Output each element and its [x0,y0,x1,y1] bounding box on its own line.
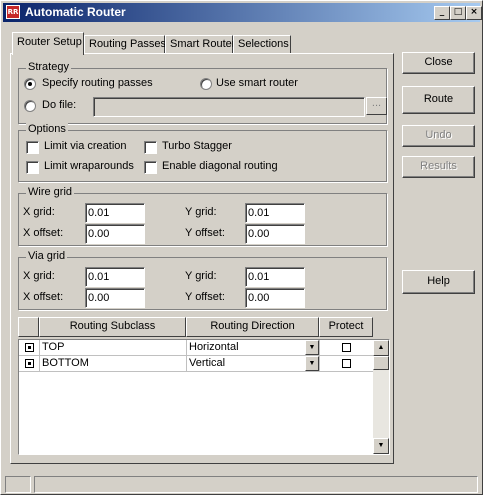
limit-wraparounds-label: Limit wraparounds [44,160,134,172]
tab-router-setup[interactable]: Router Setup [12,32,84,55]
limit-via-label: Limit via creation [44,140,127,152]
table-scrollbar[interactable]: ▲ ▼ [373,340,389,454]
maximize-button[interactable]: □ [450,6,466,20]
via-grid-group: Via grid X grid: Y grid: X offset: Y off… [18,250,387,310]
subclass-cell: TOP [40,340,187,356]
direction-value: Horizontal [189,341,239,353]
wire-grid-group-title: Wire grid [26,186,75,198]
do-file-input[interactable] [93,97,365,117]
via-x-offset-label: X offset: [23,291,64,303]
wire-y-grid-label: Y grid: [185,206,217,218]
wire-x-offset-label: X offset: [23,227,64,239]
protect-header[interactable]: Protect [319,317,373,337]
via-y-grid-label: Y grid: [185,270,217,282]
limit-wraparounds-checkbox[interactable] [26,161,39,174]
via-y-offset-label: Y offset: [185,291,225,303]
row-selector[interactable] [19,356,40,372]
turbo-stagger-label: Turbo Stagger [162,140,232,152]
status-pane [34,476,478,493]
tab-smart-router[interactable]: Smart Router [165,35,235,54]
protect-checkbox[interactable] [342,343,351,352]
via-y-grid-input[interactable] [245,267,305,287]
via-x-grid-input[interactable] [85,267,145,287]
do-file-label: Do file: [42,99,77,111]
via-grid-group-title: Via grid [26,250,68,262]
wire-x-grid-input[interactable] [85,203,145,223]
table-row[interactable]: TOP Horizontal ▼ [19,340,374,356]
routing-subclass-header[interactable]: Routing Subclass [39,317,186,337]
results-button[interactable]: Results [402,156,475,178]
row-selector[interactable] [19,340,40,356]
scroll-up-icon[interactable]: ▲ [373,340,389,356]
app-icon: RR [6,5,20,19]
diagonal-routing-checkbox[interactable] [144,161,157,174]
specify-passes-label: Specify routing passes [42,77,153,89]
via-x-grid-label: X grid: [23,270,55,282]
close-window-button[interactable]: × [466,6,482,20]
tab-selections[interactable]: Selections [233,35,291,54]
routing-direction-header[interactable]: Routing Direction [186,317,319,337]
smart-router-radio[interactable] [200,78,212,90]
via-x-offset-input[interactable] [85,288,145,308]
protect-checkbox[interactable] [342,359,351,368]
protect-cell[interactable] [320,340,374,356]
wire-grid-group: Wire grid X grid: Y grid: X offset: Y of… [18,186,387,246]
window-title: Automatic Router [25,5,126,19]
route-button[interactable]: Route [402,86,475,114]
strategy-group: Strategy Specify routing passes Use smar… [18,61,387,124]
limit-via-checkbox[interactable] [26,141,39,154]
undo-button[interactable]: Undo [402,125,475,147]
chevron-down-icon[interactable]: ▼ [305,356,319,371]
chevron-down-icon[interactable]: ▼ [305,340,319,355]
wire-y-offset-label: Y offset: [185,227,225,239]
strategy-group-title: Strategy [26,61,71,73]
options-group-title: Options [26,123,68,135]
smart-router-label: Use smart router [216,77,298,89]
close-button[interactable]: Close [402,52,475,74]
protect-cell[interactable] [320,356,374,372]
scroll-thumb[interactable] [373,356,389,370]
status-bar [3,474,480,494]
help-button[interactable]: Help [402,270,475,294]
title-bar[interactable]: RR Automatic Router _ □ × [3,3,482,22]
wire-y-offset-input[interactable] [245,224,305,244]
table-row[interactable]: BOTTOM Vertical ▼ [19,356,374,372]
tab-routing-passes[interactable]: Routing Passes [84,35,166,54]
scroll-down-icon[interactable]: ▼ [373,438,389,454]
turbo-stagger-checkbox[interactable] [144,141,157,154]
subclass-cell: BOTTOM [40,356,187,372]
wire-x-grid-label: X grid: [23,206,55,218]
minimize-button[interactable]: _ [434,6,450,20]
table-corner-header [18,317,39,337]
automatic-router-window: RR Automatic Router _ □ × Router Setup R… [0,0,483,495]
via-y-offset-input[interactable] [245,288,305,308]
specify-passes-radio[interactable] [24,78,36,90]
direction-dropdown[interactable]: Vertical ▼ [187,356,320,372]
layer-table: TOP Horizontal ▼ BOTTOM Vertical ▼ ▲ ▼ [18,339,390,455]
wire-x-offset-input[interactable] [85,224,145,244]
diagonal-routing-label: Enable diagonal routing [162,160,278,172]
options-group: Options Limit via creation Turbo Stagger… [18,123,387,182]
wire-y-grid-input[interactable] [245,203,305,223]
browse-do-file-button[interactable]: ... [366,97,387,115]
direction-dropdown[interactable]: Horizontal ▼ [187,340,320,356]
direction-value: Vertical [189,357,226,369]
status-pane [5,476,31,493]
do-file-radio[interactable] [24,100,36,112]
